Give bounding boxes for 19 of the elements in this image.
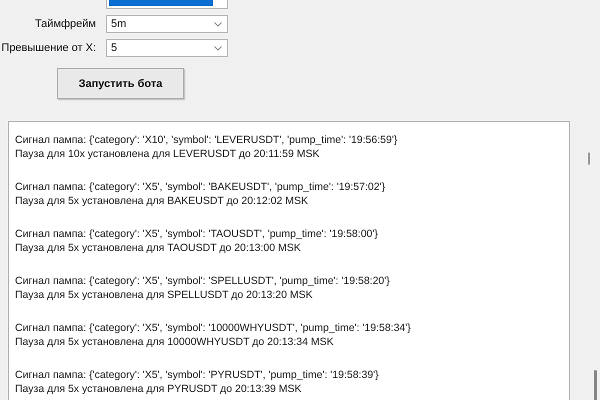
log-line: Сигнал пампа: {'category': 'X10', 'symbol': 'LEVERUSDT', 'pump_time': '19:56:59'} xyxy=(15,133,398,147)
log-line: Сигнал пампа: {'category': 'X5', 'symbol': 'BAKEUSDT', 'pump_time': '19:57:02'} xyxy=(15,180,386,194)
log-line: Пауза для 5x установлена для TAOUSDT до 20:13:00 MSK xyxy=(15,241,302,255)
log-line: Пауза для 10x установлена для LEVERUSDT до 20:11:59 MSK xyxy=(15,147,320,161)
log-line: Пауза для 5x установлена для 10000WHYUSDT до 20:13:34 MSK xyxy=(15,335,335,349)
log-line: Сигнал пампа: {'category': 'X5', 'symbol': 'TAOUSDT', 'pump_time': '19:58:00'} xyxy=(15,227,379,241)
chevron-down-icon xyxy=(214,22,222,26)
log-line: Сигнал пампа: {'category': 'X5', 'symbol': '10000WHYUSDT', 'pump_time': '19:58:34'} xyxy=(15,321,412,335)
dropdown-field[interactable]: 5 xyxy=(106,39,228,57)
log-line: Сигнал пампа: {'category': 'X5', 'symbol': 'SPELLUSDT', 'pump_time': '19:58:20'} xyxy=(15,274,391,288)
start-button[interactable]: Запустить бота xyxy=(57,68,184,99)
log-line: Сигнал пампа: {'category': 'X5', 'symbol': 'PYRUSDT', 'pump_time': '19:58:39'} xyxy=(15,368,380,382)
chevron-down-icon xyxy=(214,46,222,50)
field-label: Превышение от X: xyxy=(0,42,96,54)
dropdown-field[interactable]: 5m xyxy=(106,15,228,33)
field-label: Таймфрейм xyxy=(34,18,96,30)
log-line: Пауза для 5x установлена для SPELLUSDT до 20:13:20 MSK xyxy=(15,288,314,302)
log-line: Пауза для 5x установлена для PYRUSDT до 20:13:39 MSK xyxy=(15,382,303,396)
log-line: Пауза для 5x установлена для BAKEUSDT до 20:12:02 MSK xyxy=(15,194,309,208)
